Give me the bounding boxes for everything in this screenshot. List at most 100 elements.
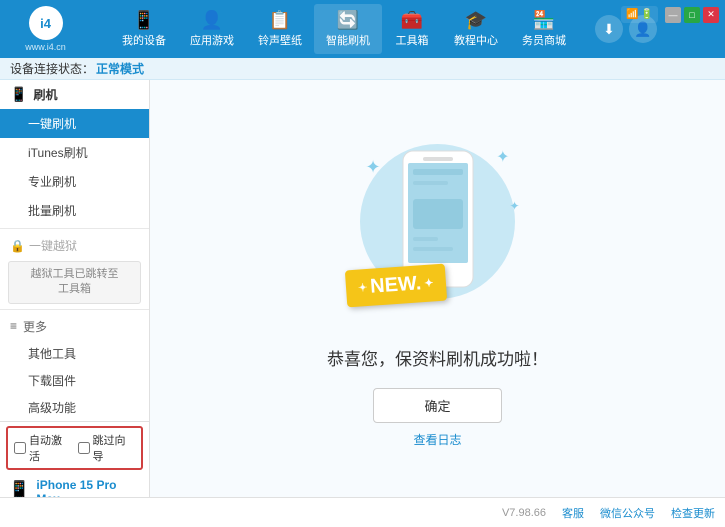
nav-item-tutorials[interactable]: 🎓 教程中心 [442,4,510,54]
apps-games-icon: 👤 [201,10,223,31]
wechat-label: 微信公众号 [600,508,655,520]
logo-text: i4 [40,16,51,31]
check-update-link[interactable]: 检查更新 [671,505,715,521]
apps-games-label: 应用游戏 [190,32,234,48]
checkbox-row: 自动激活 跳过向导 [6,426,143,470]
download-btn[interactable]: ⬇ [595,15,623,43]
sidebar-divider-2 [0,309,149,310]
sidebar: 📱 刷机 一键刷机 iTunes刷机 专业刷机 批量刷机 🔒 一键越狱 越狱工具… [0,80,150,497]
version-label: V7.98.66 [502,507,546,519]
main-content: ✦ ✦ ✦ ✦ NEW. ✦ [150,80,725,497]
device-info: iPhone 15 Pro Max 512GB iPhone [36,478,141,497]
status-bar: 设备连接状态： 正常模式 [0,58,725,80]
skip-guide-label: 跳过向导 [93,432,136,464]
success-image-area: ✦ ✦ ✦ ✦ NEW. ✦ [338,129,538,329]
skip-guide-checkbox-label[interactable]: 跳过向导 [78,432,136,464]
customer-service-label: 客服 [562,508,584,520]
status-label: 设备连接状态： [10,60,94,77]
more-section-icon: ≡ [10,319,17,333]
ringtones-label: 铃声壁纸 [258,32,302,48]
logo-area: i4 www.i4.cn [8,6,83,52]
sidebar-disabled-jailbreak: 🔒 一键越狱 [0,232,149,259]
log-link[interactable]: 查看日志 [413,431,461,448]
new-star-right-icon: ✦ [423,276,433,290]
pro-flash-label: 专业刷机 [28,175,76,189]
tutorials-label: 教程中心 [454,32,498,48]
smart-flash-icon: 🔄 [337,10,359,31]
bottom-right: V7.98.66 客服 微信公众号 检查更新 [502,505,715,521]
sidebar-more-section: ≡ 更多 [0,313,149,340]
device-item: 📱 iPhone 15 Pro Max 512GB iPhone [0,474,149,497]
more-section-label: 更多 [23,318,47,335]
auto-activate-checkbox[interactable] [14,442,26,454]
check-update-label: 检查更新 [671,508,715,520]
auto-activate-checkbox-label[interactable]: 自动激活 [14,432,72,464]
wifi-icon: 📶 [626,9,638,20]
new-badge-text: NEW. [369,272,422,299]
service-icon: 🏪 [533,10,555,31]
bottom-bar: V7.98.66 客服 微信公众号 检查更新 [0,497,725,527]
batch-flash-label: 批量刷机 [28,204,76,218]
main-layout: 📱 刷机 一键刷机 iTunes刷机 专业刷机 批量刷机 🔒 一键越狱 越狱工具… [0,80,725,497]
sidebar-item-download-firmware[interactable]: 下载固件 [0,367,149,394]
maximize-btn[interactable]: □ [684,7,700,23]
window-icons-row: 📶 🔋 [621,6,658,23]
sidebar-item-batch-flash[interactable]: 批量刷机 [0,196,149,225]
device-name: iPhone 15 Pro Max [36,478,141,497]
ringtones-icon: 📋 [269,10,291,31]
disabled-jailbreak-label: 一键越狱 [29,237,77,254]
success-message: 恭喜您，保资料刷机成功啦！ [327,350,548,369]
nav-item-smart-flash[interactable]: 🔄 智能刷机 [314,4,382,54]
new-star-left-icon: ✦ [357,281,367,295]
sparkle-right-icon: ✦ [509,199,519,213]
sidebar-flash-section: 📱 刷机 [0,80,149,109]
sparkle-top-right-icon: ✦ [496,147,509,167]
other-tools-label: 其他工具 [28,347,76,361]
nav-bar: 📱 我的设备 👤 应用游戏 📋 铃声壁纸 🔄 智能刷机 🧰 工具箱 🎓 教程中心… [93,4,595,54]
nav-item-toolbox[interactable]: 🧰 工具箱 [382,4,442,54]
log-link-label: 查看日志 [413,433,461,447]
new-badge: ✦ NEW. ✦ [344,264,446,308]
status-mode: 正常模式 [96,60,144,77]
sidebar-item-pro-flash[interactable]: 专业刷机 [0,167,149,196]
logo-url: www.i4.cn [25,42,66,52]
confirm-button-label: 确定 [424,399,450,414]
confirm-button[interactable]: 确定 [373,388,501,423]
close-btn[interactable]: ✕ [703,7,719,23]
nav-item-apps-games[interactable]: 👤 应用游戏 [178,4,246,54]
nav-item-service[interactable]: 🏪 务员商城 [510,4,578,54]
nav-item-my-device[interactable]: 📱 我的设备 [110,4,178,54]
sidebar-item-advanced[interactable]: 高级功能 [0,394,149,421]
skip-guide-checkbox[interactable] [78,442,90,454]
lock-icon: 🔒 [10,239,25,253]
itunes-flash-label: iTunes刷机 [28,146,88,160]
minimize-btn[interactable]: — [665,7,681,23]
notice-text: 越狱工具已跳转至工具箱 [31,268,119,295]
flash-section-icon: 📱 [10,86,27,103]
sidebar-item-one-click-flash[interactable]: 一键刷机 [0,109,149,138]
tutorials-icon: 🎓 [465,10,487,31]
my-device-label: 我的设备 [122,32,166,48]
sparkle-top-left-icon: ✦ [366,157,381,178]
auto-activate-label: 自动激活 [29,432,72,464]
sidebar-item-other-tools[interactable]: 其他工具 [0,340,149,367]
device-phone-icon: 📱 [8,480,30,497]
toolbox-label: 工具箱 [396,32,429,48]
download-firmware-label: 下载固件 [28,374,76,388]
sidebar-item-itunes-flash[interactable]: iTunes刷机 [0,138,149,167]
logo-circle: i4 [29,6,63,40]
smart-flash-label: 智能刷机 [326,32,370,48]
one-click-flash-label: 一键刷机 [28,117,76,131]
wechat-link[interactable]: 微信公众号 [600,505,655,521]
toolbox-icon: 🧰 [401,10,423,31]
battery-icon: 🔋 [641,9,653,20]
advanced-label: 高级功能 [28,401,76,415]
sidebar-divider-1 [0,228,149,229]
my-device-icon: 📱 [133,10,155,31]
customer-service-link[interactable]: 客服 [562,505,584,521]
nav-item-ringtones[interactable]: 📋 铃声壁纸 [246,4,314,54]
sidebar-notice: 越狱工具已跳转至工具箱 [8,261,141,304]
service-label: 务员商城 [522,32,566,48]
window-controls: 📶 🔋 — □ ✕ [621,6,719,23]
flash-section-label: 刷机 [33,86,57,103]
